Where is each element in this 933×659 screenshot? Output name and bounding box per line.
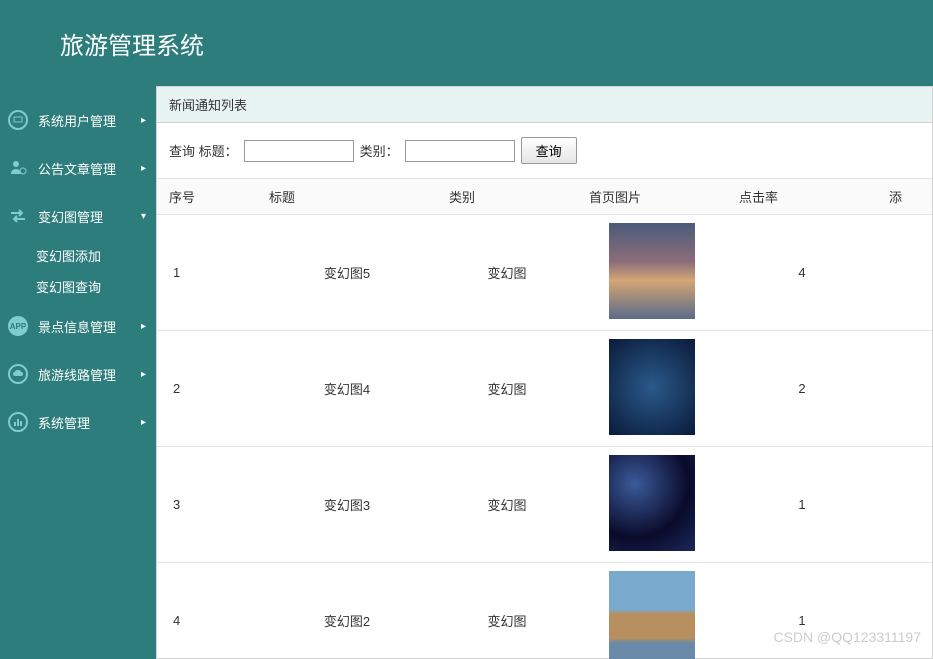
cloud-icon [8,364,28,384]
cell-cat: 变幻图 [437,563,577,659]
user-gear-icon [8,158,28,178]
table-row: 1 变幻图5 变幻图 4 [157,215,932,331]
chevron-right-icon: ▸ [141,163,146,174]
cell-cat: 变幻图 [437,331,577,447]
chevron-right-icon: ▸ [141,417,146,428]
thumbnail-icon [609,223,695,319]
sidebar-item-users[interactable]: 系统用户管理 ▸ [0,96,156,144]
transfer-icon [8,206,28,226]
sidebar-item-label: 旅游线路管理 [38,365,141,384]
search-category-input[interactable] [405,140,515,162]
chevron-right-icon: ▸ [141,369,146,380]
sidebar-item-label: 变幻图管理 [38,207,141,226]
chevron-down-icon: ▾ [141,211,146,222]
cell-image [577,563,727,659]
content-area: 新闻通知列表 查询 标题： 类别： 查询 序号 标题 类别 [156,86,933,659]
cell-image [577,447,727,563]
table-row: 3 变幻图3 变幻图 1 [157,447,932,563]
cell-idx: 2 [157,331,257,447]
sidebar-sub-query[interactable]: 变幻图查询 [36,271,156,302]
sidebar-item-label: 系统用户管理 [38,111,141,130]
chevron-right-icon: ▸ [141,321,146,332]
app-icon: APP [8,316,28,336]
search-label-title: 查询 标题： [169,141,238,160]
sidebar-item-label: 公告文章管理 [38,159,141,178]
data-table: 序号 标题 类别 首页图片 点击率 添 1 变幻图5 变幻图 [157,179,932,659]
col-add: 添 [877,179,932,215]
table-row: 2 变幻图4 变幻图 2 [157,331,932,447]
cell-hits: 1 [727,447,877,563]
cell-title: 变幻图3 [257,447,437,563]
panel-title: 新闻通知列表 [157,87,932,123]
sidebar-item-label: 景点信息管理 [38,317,141,336]
search-label-category: 类别： [360,141,399,160]
cell-idx: 4 [157,563,257,659]
col-hits: 点击率 [727,179,877,215]
monitor-icon [8,110,28,130]
cell-hits: 4 [727,215,877,331]
search-bar: 查询 标题： 类别： 查询 [157,123,932,179]
chevron-right-icon: ▸ [141,115,146,126]
sidebar-item-label: 系统管理 [38,413,141,432]
sidebar-item-attractions[interactable]: APP 景点信息管理 ▸ [0,302,156,350]
cell-title: 变幻图2 [257,563,437,659]
thumbnail-icon [609,339,695,435]
cell-cat: 变幻图 [437,447,577,563]
sidebar-submenu: 变幻图添加 变幻图查询 [0,240,156,302]
chart-icon [8,412,28,432]
cell-image [577,215,727,331]
sidebar-item-slideshow[interactable]: 变幻图管理 ▾ [0,192,156,240]
cell-idx: 3 [157,447,257,563]
cell-hits: 2 [727,331,877,447]
col-category: 类别 [437,179,577,215]
panel: 新闻通知列表 查询 标题： 类别： 查询 序号 标题 类别 [156,86,933,659]
thumbnail-icon [609,455,695,551]
col-image: 首页图片 [577,179,727,215]
col-title: 标题 [257,179,437,215]
cell-title: 变幻图5 [257,215,437,331]
app-title: 旅游管理系统 [60,26,204,61]
cell-title: 变幻图4 [257,331,437,447]
cell-cat: 变幻图 [437,215,577,331]
sidebar-item-articles[interactable]: 公告文章管理 ▸ [0,144,156,192]
thumbnail-icon [609,571,695,659]
sidebar-sub-add[interactable]: 变幻图添加 [36,240,156,271]
search-title-input[interactable] [244,140,354,162]
col-idx: 序号 [157,179,257,215]
search-button[interactable]: 查询 [521,137,577,164]
cell-image [577,331,727,447]
sidebar-item-system[interactable]: 系统管理 ▸ [0,398,156,446]
cell-idx: 1 [157,215,257,331]
sidebar: 系统用户管理 ▸ 公告文章管理 ▸ 变幻图管理 ▾ 变幻图添加 [0,86,156,659]
watermark: CSDN @QQ123311197 [773,629,921,645]
header: 旅游管理系统 [0,0,933,86]
sidebar-item-routes[interactable]: 旅游线路管理 ▸ [0,350,156,398]
